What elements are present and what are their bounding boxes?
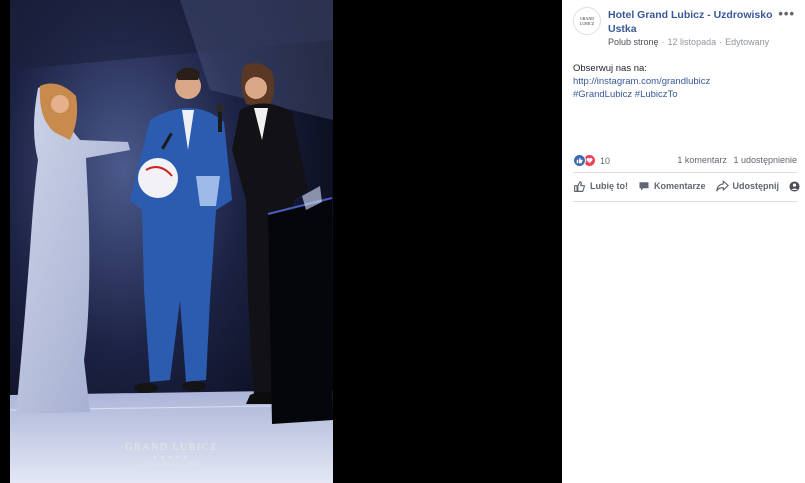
post-sidebar: GRAND LUBICZ Hotel Grand Lubicz - Uzdrow… [562, 0, 805, 483]
post-as-selector[interactable] [789, 180, 805, 192]
post-text-line: Obserwuj nas na: [573, 63, 647, 74]
thumbs-up-icon [573, 154, 586, 167]
edited-label[interactable]: Edytowany [725, 37, 769, 47]
comment-button-label: Komentarze [654, 181, 706, 191]
page-avatar[interactable]: GRAND LUBICZ [573, 7, 601, 35]
thumbs-up-outline-icon [574, 180, 585, 192]
divider [573, 201, 797, 202]
post-date[interactable]: 12 listopada [668, 37, 717, 47]
like-button-label: Lubię to! [590, 181, 628, 191]
watermark-subtitle: UZDROWISKO USTKA [142, 462, 201, 467]
meta-separator-dot: · [719, 37, 723, 47]
share-button[interactable]: Udostępnij [715, 180, 780, 192]
instagram-link[interactable]: http://instagram.com/grandlubicz [573, 75, 710, 88]
comment-button[interactable]: Komentarze [638, 180, 706, 192]
photo-viewer: GRAND LUBICZ ★★★★★ UZDROWISKO USTKA [0, 0, 562, 483]
page-name-link[interactable]: Hotel Grand Lubicz - Uzdrowisko Ustka [608, 8, 776, 36]
engagement-counts: 1 komentarz 1 udostępnienie [677, 155, 797, 165]
stage-photo-illustration [10, 0, 333, 483]
hashtags-link[interactable]: #GrandLubicz #LubiczTo [573, 88, 710, 101]
comment-bubble-icon [639, 182, 649, 191]
watermark-stars: ★★★★★ [152, 455, 191, 461]
share-arrow-icon [715, 180, 729, 192]
watermark-logo: GRAND LUBICZ [125, 442, 218, 453]
reactions-summary[interactable]: 10 [573, 154, 610, 167]
avatar-line-2: LUBICZ [579, 21, 595, 26]
divider [573, 172, 797, 173]
like-button[interactable]: Lubię to! [573, 180, 628, 193]
post-meta: Polub stronę · 12 listopada · Edytowany [608, 37, 769, 47]
post-photo[interactable]: GRAND LUBICZ ★★★★★ UZDROWISKO USTKA [10, 0, 333, 483]
comments-count-link[interactable]: 1 komentarz [677, 155, 727, 165]
post-text: Obserwuj nas na: http://instagram.com/gr… [573, 62, 710, 101]
share-button-label: Udostępnij [732, 181, 780, 191]
reactions-count: 10 [600, 155, 611, 166]
follow-page-link[interactable]: Polub stronę [608, 37, 659, 47]
shares-count-link[interactable]: 1 udostępnienie [733, 155, 797, 165]
globe-avatar-icon [789, 180, 800, 192]
post-actions-bar: Lubię to! Komentarze Udostępnij [573, 176, 805, 196]
more-options-button[interactable]: ••• [778, 6, 795, 21]
meta-separator-dot: · [661, 37, 665, 47]
